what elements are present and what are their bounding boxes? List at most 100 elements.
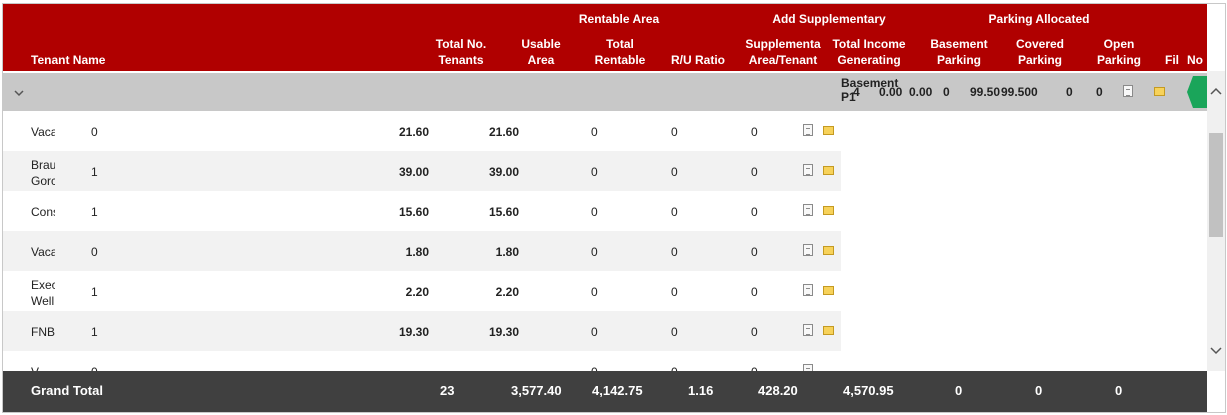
col-covered-parking[interactable]: Covered Parking [1003, 36, 1077, 68]
grand-total-income: 4,570.95 [843, 383, 894, 398]
value-col-3: 0 [751, 125, 758, 139]
group-value-1: 0.00 [879, 85, 903, 99]
tenant-count: 1 [91, 285, 98, 299]
total-rentable: 15.60 [488, 205, 519, 219]
table-row[interactable]: V 0 0 0 0 [3, 351, 841, 371]
usable-area: 1.80 [405, 245, 429, 259]
grid-header: Rentable Area Add Supplementary Parking … [3, 4, 1207, 71]
col-basement-parking[interactable]: Basement Parking [921, 36, 997, 68]
value-col-3: 0 [751, 165, 758, 179]
value-col-2: 0 [671, 285, 678, 299]
total-rentable: 39.00 [488, 165, 519, 179]
col-total-income[interactable]: Total Income Generating [827, 36, 911, 68]
note-icon[interactable] [823, 206, 834, 215]
table-row[interactable]: FNB 1 19.30 19.30 0 0 0 [3, 311, 841, 351]
note-icon[interactable] [823, 166, 834, 175]
usable-area: 2.20 [405, 285, 429, 299]
tenant-count: 0 [91, 245, 98, 259]
table-row[interactable]: Exec Well 1 2.20 2.20 0 0 0 [3, 271, 841, 311]
grand-total-open: 0 [1115, 383, 1123, 398]
col-tenant-name[interactable]: Tenant Name [31, 52, 105, 68]
grand-total-rentable: 4,142.75 [592, 383, 643, 398]
tenant-count: 1 [91, 205, 98, 219]
value-col-3: 0 [751, 245, 758, 259]
col-open-parking[interactable]: Open Parking [1083, 36, 1155, 68]
value-col-1: 0 [591, 125, 598, 139]
tenant-count: 0 [91, 125, 98, 139]
document-icon[interactable] [803, 204, 813, 216]
table-row[interactable]: Cons 1 15.60 15.60 0 0 0 [3, 191, 841, 231]
tenant-count: 1 [91, 165, 98, 179]
usable-area: 39.00 [398, 165, 429, 179]
col-ru-ratio[interactable]: R/U Ratio [663, 52, 733, 68]
col-supplementary-area[interactable]: Supplementa Area/Tenant [743, 36, 823, 68]
document-icon[interactable] [1123, 85, 1133, 97]
note-icon[interactable] [823, 246, 834, 255]
value-col-1: 0 [591, 165, 598, 179]
total-rentable: 1.80 [495, 245, 519, 259]
chevron-down-icon[interactable] [1207, 341, 1225, 359]
value-col-2: 0 [671, 325, 678, 339]
col-total-no-tenants[interactable]: Total No. Tenants [423, 36, 499, 68]
note-icon[interactable] [823, 326, 834, 335]
value-col-1: 0 [591, 205, 598, 219]
col-usable-area[interactable]: Usable Area [508, 36, 574, 68]
chevron-down-icon [14, 90, 24, 97]
group-value-3: 0 [943, 85, 950, 99]
report-grid: Rentable Area Add Supplementary Parking … [2, 3, 1226, 413]
usable-area: 21.60 [398, 125, 429, 139]
group-value-5: 99.500 [1001, 85, 1038, 99]
group-rentable-area: Rentable Area [578, 12, 660, 26]
value-col-2: 0 [671, 205, 678, 219]
group-value-4: 99.50 [970, 85, 1001, 99]
status-flag-icon [1187, 76, 1207, 108]
chevron-up-icon[interactable] [1207, 83, 1225, 101]
document-icon[interactable] [803, 364, 813, 371]
group-count: 4 [853, 85, 860, 99]
total-rentable: 19.30 [488, 325, 519, 339]
document-icon[interactable] [803, 164, 813, 176]
group-row: Basement P1 4 0.00 0.00 0 99.50 99.500 0… [3, 73, 1207, 111]
grand-total-supplementary: 428.20 [758, 383, 798, 398]
tenant-name: Brau Gorc [31, 158, 55, 188]
table-row[interactable]: Vaca 0 21.60 21.60 0 0 0 [3, 111, 841, 151]
value-col-2: 0 [671, 125, 678, 139]
group-value-7: 0 [1096, 85, 1103, 99]
grand-total-covered: 0 [1035, 383, 1043, 398]
collapse-toggle[interactable] [13, 87, 25, 97]
table-row[interactable]: Vaca 0 1.80 1.80 0 0 0 [3, 231, 841, 271]
table-row[interactable]: Brau Gorc 1 39.00 39.00 0 0 0 [3, 151, 841, 191]
tenant-count: 1 [91, 325, 98, 339]
value-col-1: 0 [591, 325, 598, 339]
document-icon[interactable] [803, 124, 813, 136]
col-total-rentable[interactable]: Total Rentable [583, 36, 657, 68]
scrollbar-thumb[interactable] [1209, 133, 1223, 237]
total-rentable: 2.20 [495, 285, 519, 299]
document-icon[interactable] [803, 284, 813, 296]
tenant-rows: Vaca 0 21.60 21.60 0 0 0 Brau Gorc 1 39.… [3, 111, 841, 371]
grand-total-tenants: 23 [440, 383, 455, 398]
group-parking-allocated: Parking Allocated [988, 12, 1090, 26]
group-value-2: 0.00 [909, 85, 933, 99]
tenant-name: Cons [31, 205, 55, 219]
col-no[interactable]: No [1187, 52, 1203, 68]
tenant-name: Vaca [31, 125, 55, 139]
value-col-1: 0 [591, 245, 598, 259]
tenant-name: Exec Well [31, 278, 55, 308]
document-icon[interactable] [803, 244, 813, 256]
note-icon[interactable] [823, 286, 834, 295]
col-fil[interactable]: Fil [1165, 52, 1179, 68]
document-icon[interactable] [803, 324, 813, 336]
grand-total-row: Grand Total 23 3,577.40 4,142.75 1.16 42… [3, 371, 1207, 412]
value-col-2: 0 [671, 165, 678, 179]
note-icon[interactable] [1154, 87, 1165, 96]
group-value-6: 0 [1066, 85, 1073, 99]
grand-total-ratio: 1.16 [688, 383, 714, 398]
grand-total-usable: 3,577.40 [511, 383, 562, 398]
value-col-1: 0 [591, 285, 598, 299]
value-col-3: 0 [751, 205, 758, 219]
vertical-scrollbar[interactable] [1207, 71, 1225, 371]
tenant-name: FNB [31, 325, 55, 339]
note-icon[interactable] [823, 126, 834, 135]
group-add-supplementary: Add Supplementary [772, 12, 886, 26]
